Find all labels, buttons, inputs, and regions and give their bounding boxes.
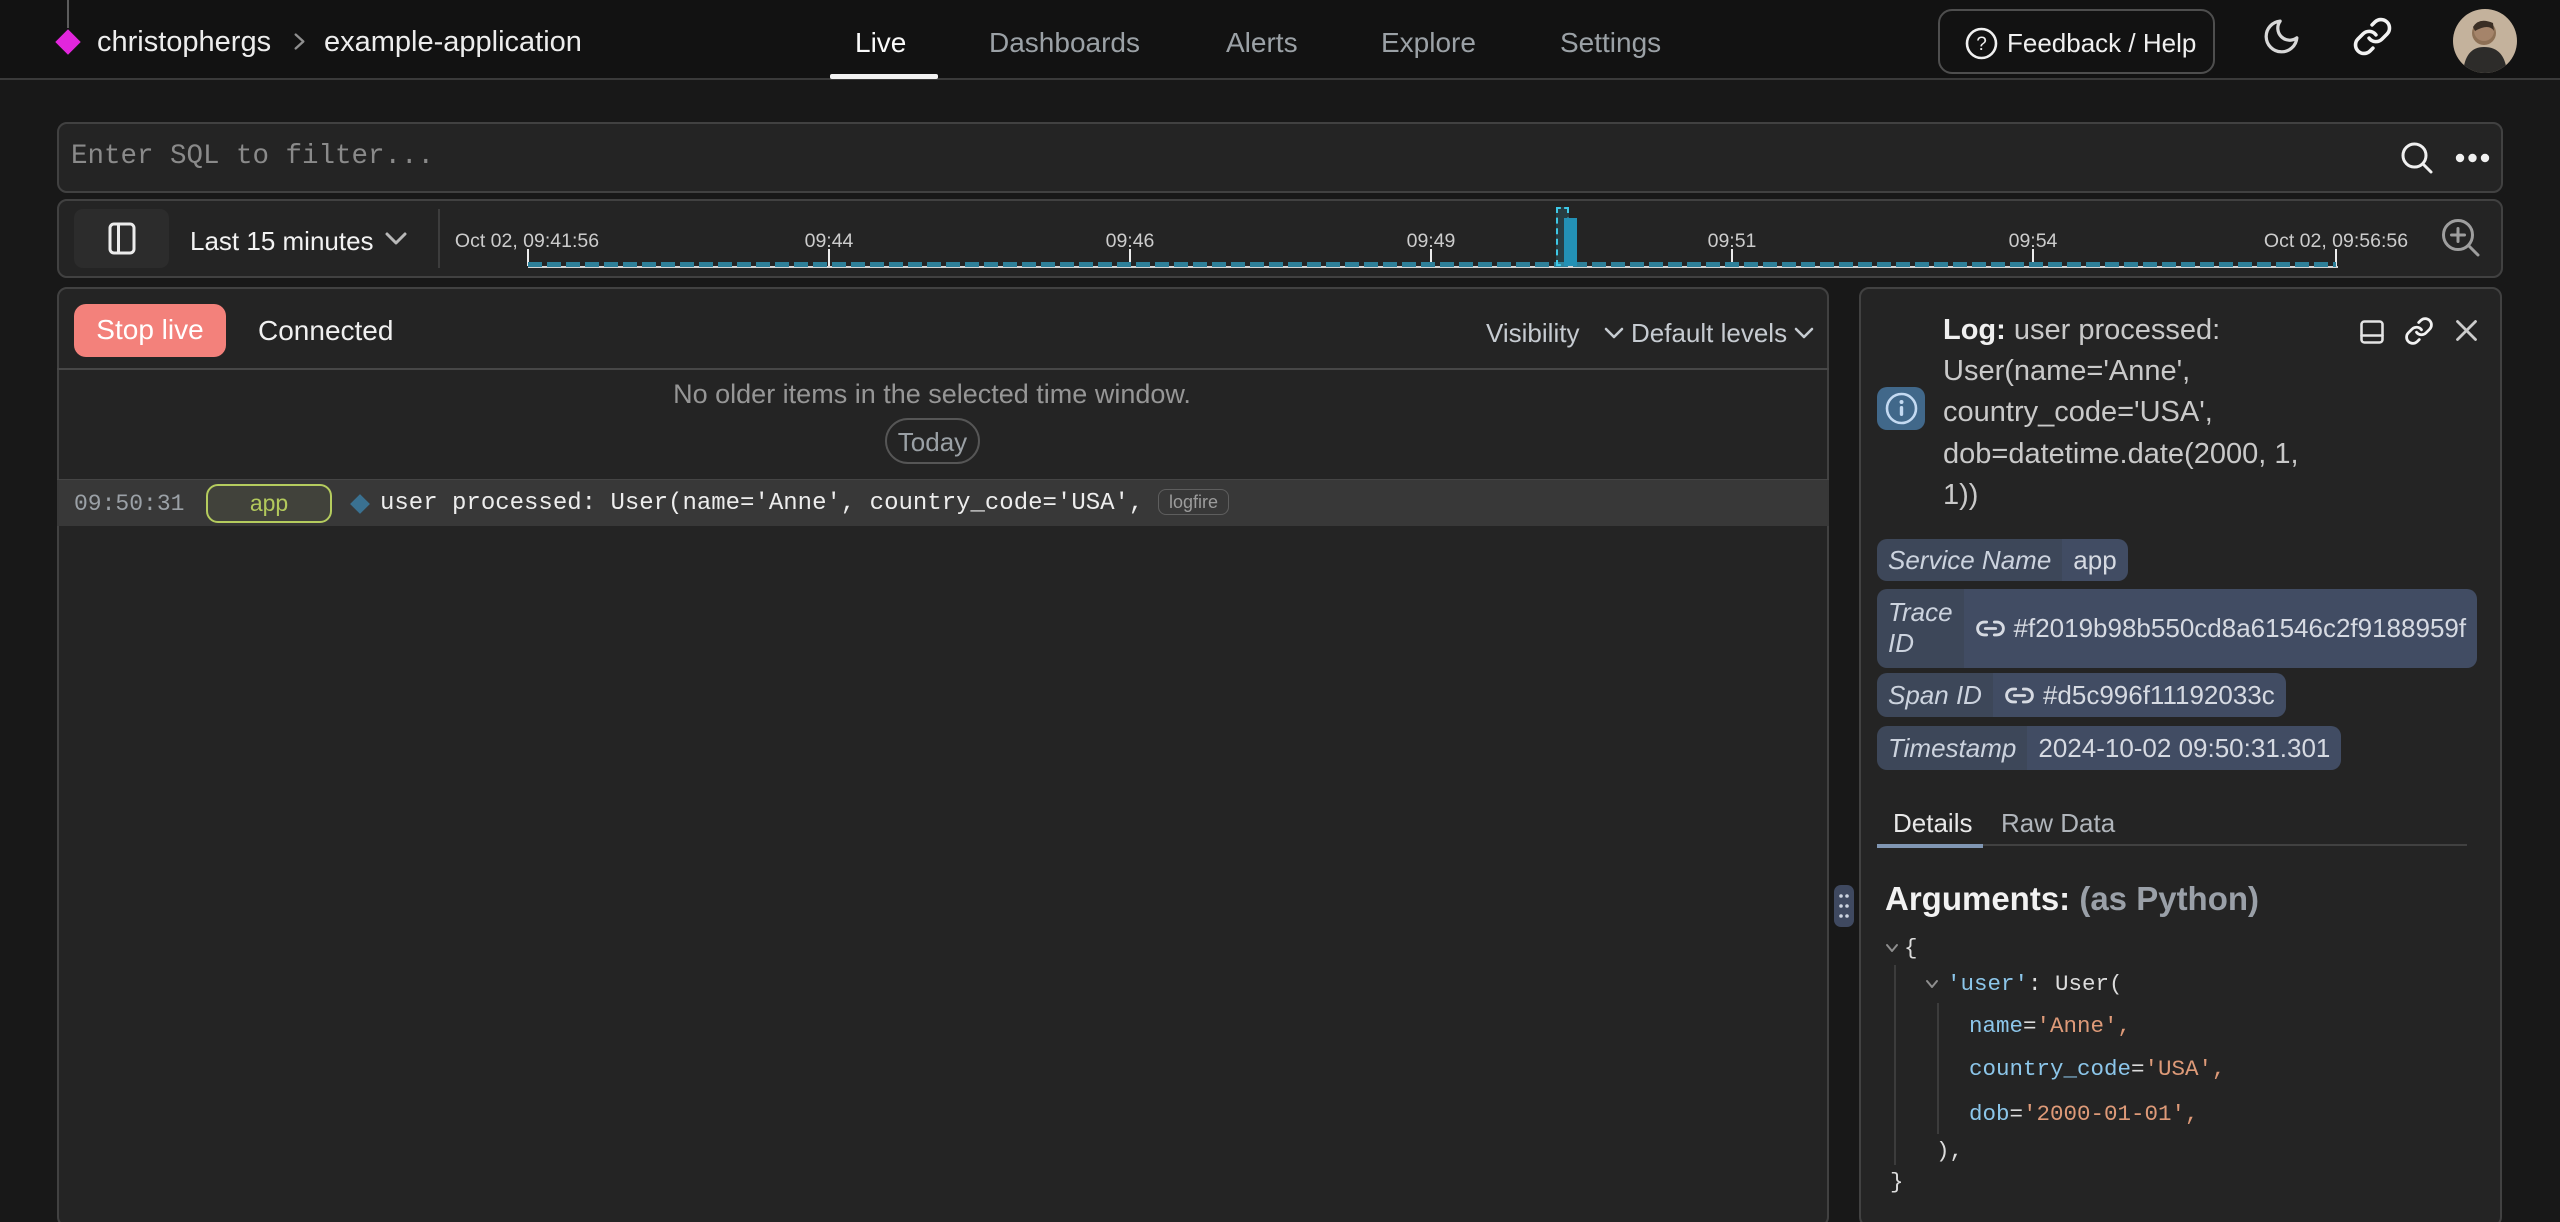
svg-text:?: ?	[1976, 34, 1987, 55]
